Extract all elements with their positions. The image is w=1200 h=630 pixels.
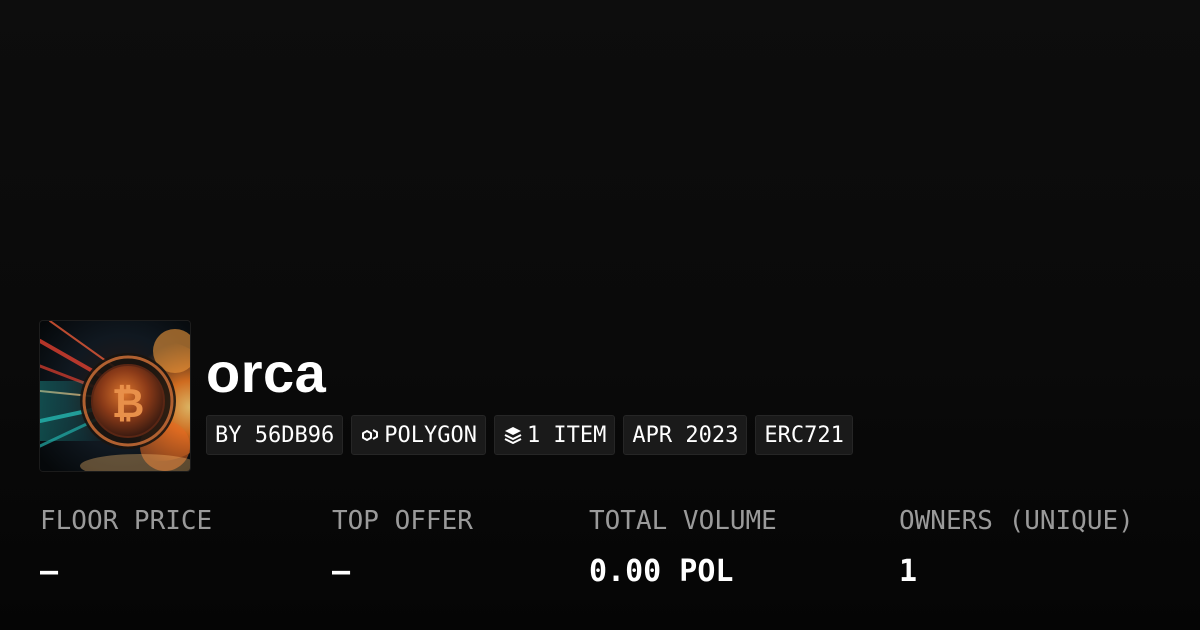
collection-title: orca (206, 341, 327, 404)
items-count-tag[interactable]: 1 ITEM (493, 415, 616, 455)
creator-tag[interactable]: BY 56DB96 (206, 415, 344, 455)
owners-label: OWNERS (UNIQUE) (899, 506, 1134, 536)
creator-tag-label: BY 56DB96 (215, 422, 335, 448)
collection-avatar: ₿ (40, 321, 190, 471)
top-offer-label: TOP OFFER (332, 506, 473, 536)
total-volume-stat: TOTAL VOLUME 0.00 POL (589, 504, 777, 590)
top-offer-value: – (332, 554, 351, 589)
bitcoin-fire-artwork: ₿ (40, 321, 190, 471)
floor-price-label: FLOOR PRICE (40, 506, 213, 536)
items-count-label: 1 ITEM (526, 422, 607, 448)
svg-text:₿: ₿ (112, 381, 145, 427)
collection-header: ₿ orca BY 56DB96 POLYGON 1 ITEM APR 2023… (40, 321, 1160, 471)
collection-tags: BY 56DB96 POLYGON 1 ITEM APR 2023 ERC721 (206, 415, 853, 455)
collection-stats: FLOOR PRICE – TOP OFFER – TOTAL VOLUME 0… (40, 504, 1180, 604)
layers-icon (503, 425, 523, 445)
owners-stat: OWNERS (UNIQUE) 1 (899, 504, 1134, 590)
floor-price-value: – (40, 554, 59, 589)
chain-tag-label: POLYGON (384, 422, 477, 448)
total-volume-value: 0.00 POL (589, 554, 734, 589)
floor-price-stat: FLOOR PRICE – (40, 504, 212, 590)
token-standard-label: ERC721 (764, 422, 844, 448)
top-offer-stat: TOP OFFER – (332, 504, 473, 590)
owners-value: 1 (899, 554, 918, 589)
created-date-tag: APR 2023 (623, 415, 748, 455)
token-standard-tag: ERC721 (755, 415, 853, 455)
polygon-chain-icon (360, 425, 380, 445)
created-date-label: APR 2023 (632, 422, 739, 448)
total-volume-label: TOTAL VOLUME (589, 506, 777, 536)
chain-tag[interactable]: POLYGON (351, 415, 486, 455)
